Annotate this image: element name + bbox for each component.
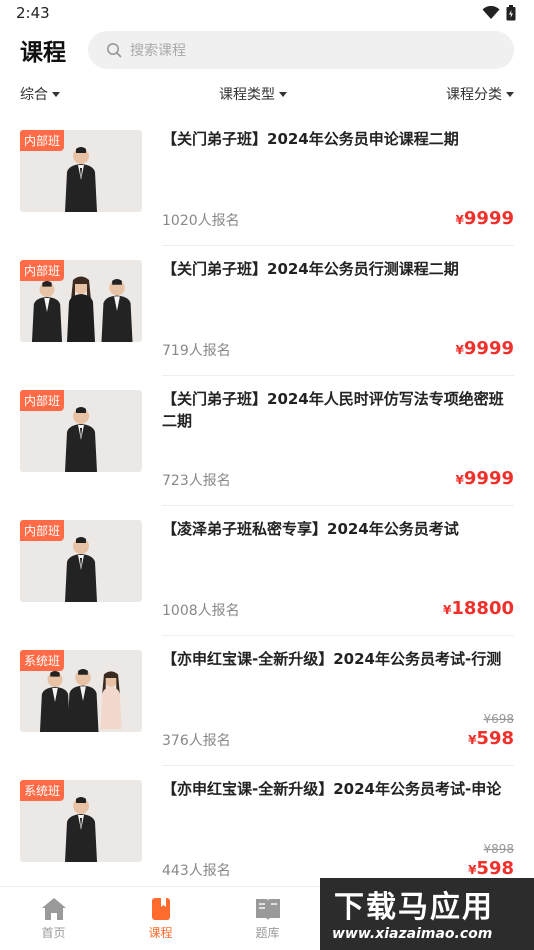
instructor-figure [65,537,97,602]
instructor-figure [65,797,97,862]
course-badge: 内部班 [20,520,65,541]
original-price: ¥898 [483,842,514,856]
currency-symbol: ¥ [455,473,464,487]
watermark: 下载马应用 www.xiazaimao.com [320,878,534,950]
course-item[interactable]: 内部班 【关门弟子班】2024年公务员行测课程二期 719人报名 ¥9999 [20,246,514,376]
course-price: ¥598 [468,728,514,749]
enroll-count: 723人报名 [162,473,231,489]
instructor-figure [100,671,122,730]
tab-question-bank[interactable]: 题库 [214,887,321,950]
price-value: 9999 [463,468,514,489]
course-price: ¥9999 [456,208,514,229]
course-price: ¥9999 [456,338,514,359]
course-title: 【关门弟子班】2024年人民时评仿写法专项绝密班二期 [162,390,504,430]
price-value: 9999 [463,208,514,229]
course-price: ¥598 [468,858,514,879]
watermark-text: 下载马应用 [334,890,494,925]
course-badge: 内部班 [20,390,65,411]
instructor-figure [67,276,95,342]
header: 课程 搜索课程 [0,26,534,74]
watermark-url: www.xiazaimao.com [332,926,493,942]
price-value: 598 [476,728,514,749]
filter-sort[interactable]: 综合 [20,84,60,104]
currency-symbol: ¥ [455,343,464,357]
course-list: 内部班 【关门弟子班】2024年公务员申论课程二期 1020人报名 ¥9999 … [0,116,534,886]
instructor-figure [101,278,133,342]
course-thumbnail: 内部班 [20,130,142,212]
course-thumbnail: 内部班 [20,390,142,472]
filter-course-category[interactable]: 课程分类 [446,84,514,104]
currency-symbol: ¥ [455,213,464,227]
caret-down-icon [52,91,60,97]
course-badge: 内部班 [20,130,65,151]
course-badge: 系统班 [20,780,65,801]
instructor-figure [65,147,97,212]
course-item[interactable]: 内部班 【关门弟子班】2024年人民时评仿写法专项绝密班二期 723人报名 ¥9… [20,376,514,506]
course-badge: 内部班 [20,260,65,281]
price-value: 9999 [463,338,514,359]
filter-bar: 综合 课程类型 课程分类 [0,76,534,112]
instructor-figure [65,407,97,472]
course-thumbnail: 内部班 [20,260,142,342]
status-bar: 2:43 [0,0,534,26]
course-item[interactable]: 内部班 【凌泽弟子班私密专享】2024年公务员考试 1008人报名 ¥18800 [20,506,514,636]
filter-label: 综合 [20,87,48,103]
course-item[interactable]: 系统班 【亦申红宝课-全新升级】2024年公务员考试-申论 443人报名 ¥89… [20,766,514,886]
tab-label: 课程 [148,925,173,940]
caret-down-icon [506,91,514,97]
search-placeholder: 搜索课程 [130,43,186,59]
filter-label: 课程类型 [219,87,275,103]
instructor-figure [31,280,63,342]
course-price: ¥9999 [456,468,514,489]
home-icon [41,897,66,920]
status-icons [482,5,516,21]
status-time: 2:43 [16,4,50,22]
course-title: 【亦申红宝课-全新升级】2024年公务员考试-行测 [162,650,502,668]
filter-course-type[interactable]: 课程类型 [219,84,287,104]
caret-down-icon [279,91,287,97]
page-title: 课程 [20,40,66,66]
enroll-count: 719人报名 [162,343,231,359]
course-title: 【关门弟子班】2024年公务员行测课程二期 [162,260,459,278]
instructor-figure [67,668,99,732]
course-item[interactable]: 系统班 【亦申红宝课-全新升级】2024年公务员考试-行测 376人报名 ¥69… [20,636,514,766]
course-price: ¥18800 [443,598,514,619]
question-bank-icon [255,898,280,920]
course-item[interactable]: 内部班 【关门弟子班】2024年公务员申论课程二期 1020人报名 ¥9999 [20,116,514,246]
course-thumbnail: 系统班 [20,780,142,862]
course-thumbnail: 系统班 [20,650,142,732]
enroll-count: 1020人报名 [162,213,240,229]
price-value: 598 [476,858,514,879]
price-value: 18800 [451,598,514,619]
course-thumbnail: 内部班 [20,520,142,602]
course-badge: 系统班 [20,650,65,671]
filter-label: 课程分类 [446,87,502,103]
course-title: 【关门弟子班】2024年公务员申论课程二期 [162,130,459,148]
course-title: 【亦申红宝课-全新升级】2024年公务员考试-申论 [162,780,502,798]
course-title: 【凌泽弟子班私密专享】2024年公务员考试 [162,520,459,538]
enroll-count: 1008人报名 [162,603,240,619]
original-price: ¥698 [483,712,514,726]
tab-label: 题库 [255,925,280,940]
enroll-count: 376人报名 [162,733,231,749]
battery-icon [506,5,516,21]
enroll-count: 443人报名 [162,863,231,879]
search-icon [107,43,122,58]
tab-label: 首页 [41,925,66,940]
tab-home[interactable]: 首页 [0,887,107,950]
course-book-icon [151,897,170,920]
wifi-icon [482,6,500,19]
tab-course[interactable]: 课程 [107,887,214,950]
search-input[interactable]: 搜索课程 [88,31,514,69]
